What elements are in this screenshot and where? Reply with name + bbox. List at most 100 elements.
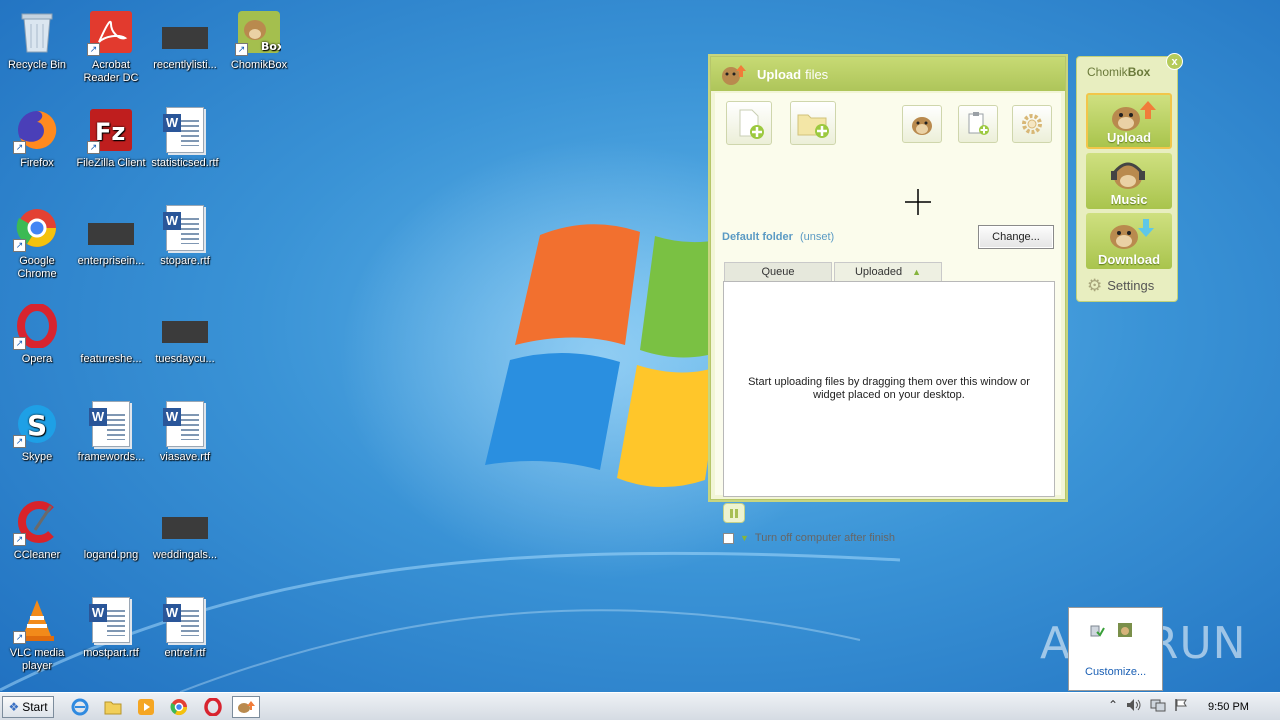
chomik-account-button[interactable] [902, 105, 942, 143]
widget-music-button[interactable]: Music [1086, 153, 1172, 209]
gear-icon: ⚙ [1087, 276, 1103, 295]
upload-files-window[interactable]: Upload files Default folder (unset) Chan… [710, 56, 1066, 544]
desktop-icon[interactable]: S ↗ Skype [0, 400, 74, 464]
chrome-icon [170, 699, 188, 716]
desktop-icon[interactable]: Fz ↗ FileZilla Client [74, 106, 148, 170]
add-file-icon [739, 109, 764, 139]
desktop-icon[interactable]: Wstopare.rtf [148, 204, 222, 268]
desktop-icon-label: logand.png [83, 549, 139, 561]
taskbar-ie[interactable] [66, 696, 94, 718]
desktop-icon[interactable]: Wmostpart.rtf [74, 596, 148, 660]
shortcut-arrow-icon: ↗ [87, 43, 100, 56]
add-folder-icon [797, 114, 829, 138]
customize-link[interactable]: Customize... [1085, 666, 1146, 678]
tab-uploaded-label: Uploaded [854, 266, 903, 278]
word-doc-icon: W [161, 106, 209, 154]
desktop-icon[interactable]: Wstatisticsed.rtf [148, 106, 222, 170]
skype-icon: S ↗ [13, 400, 61, 448]
desktop-icon[interactable]: tuesdaycu... [148, 302, 222, 366]
gear-icon [1022, 114, 1042, 134]
options-button[interactable] [1012, 105, 1052, 143]
desktop-icon[interactable]: enterprisein... [74, 204, 148, 268]
action-center-flag-icon[interactable] [1174, 698, 1188, 712]
widget-title-light: Chomik [1087, 65, 1128, 79]
network-tray-icon[interactable] [1089, 622, 1105, 638]
default-folder-row: Default folder (unset) [722, 231, 834, 243]
upload-window-body: Default folder (unset) Change... Queue U… [715, 93, 1061, 544]
taskbar-explorer[interactable] [99, 696, 127, 718]
shortcut-arrow-icon: ↗ [13, 631, 26, 644]
start-button[interactable]: ❖ Start [2, 696, 54, 718]
taskbar-chrome[interactable] [165, 696, 193, 718]
desktop-icon[interactable]: Wentref.rtf [148, 596, 222, 660]
pause-icon [730, 508, 733, 518]
pause-button[interactable] [723, 503, 745, 523]
desktop-icon-label: Skype [21, 451, 53, 463]
upload-window-titlebar[interactable]: Upload files [711, 57, 1065, 91]
widget-upload-button[interactable]: Upload [1086, 93, 1172, 149]
desktop-icon-label: framewords... [77, 451, 145, 463]
taskbar-opera[interactable] [199, 696, 227, 718]
default-folder-label: Default folder [722, 231, 793, 243]
desktop-icon[interactable]: weddingals... [148, 498, 222, 562]
tab-uploaded[interactable]: Uploaded ▲ [834, 262, 942, 281]
window-title-rest: files [805, 66, 829, 82]
change-folder-button[interactable]: Change... [978, 225, 1054, 249]
tab-queue[interactable]: Queue [724, 262, 832, 281]
desktop-icon[interactable]: Box ↗ ChomikBox [222, 8, 296, 72]
desktop-icon[interactable]: logand.png [74, 498, 148, 562]
desktop-icon[interactable]: ↗ Acrobat Reader DC [74, 8, 148, 85]
show-hidden-icons-button[interactable]: ⌃ [1108, 698, 1118, 712]
clipboard-add-icon [968, 112, 989, 135]
desktop-icon[interactable]: ↗ CCleaner [0, 498, 74, 562]
desktop-icon-label: featureshe... [80, 353, 142, 365]
widget-close-button[interactable]: x [1166, 53, 1183, 70]
desktop-icon-label: statisticsed.rtf [151, 157, 219, 169]
desktop-icon[interactable]: ↗ Google Chrome [0, 204, 74, 281]
desktop-icon[interactable]: Wviasave.rtf [148, 400, 222, 464]
desktop-icon[interactable]: recentlylisti... [148, 8, 222, 72]
turn-off-checkbox[interactable] [723, 532, 734, 544]
vlc-icon: ↗ [13, 596, 61, 644]
windows-logo-icon: ❖ [8, 700, 20, 714]
desktop-icon-label: viasave.rtf [159, 451, 211, 463]
dark-file-icon [87, 204, 135, 252]
word-doc-icon: W [87, 596, 135, 644]
tray-overflow-popup: Customize... [1068, 607, 1163, 691]
taskbar-media-player[interactable] [132, 696, 160, 718]
volume-icon[interactable] [1126, 698, 1142, 712]
desktop-icon[interactable]: featureshe... [74, 302, 148, 366]
desktop-icon[interactable]: ↗ Firefox [0, 106, 74, 170]
filezilla-icon: Fz ↗ [87, 106, 135, 154]
shortcut-arrow-icon: ↗ [13, 141, 26, 154]
network-icon[interactable] [1150, 698, 1166, 712]
paste-button[interactable] [958, 105, 998, 143]
add-file-button[interactable] [726, 101, 772, 145]
shortcut-arrow-icon: ↗ [13, 337, 26, 350]
file-drop-area[interactable]: Start uploading files by dragging them o… [723, 281, 1055, 497]
opera-icon [204, 698, 222, 716]
blank-file-icon [87, 302, 135, 350]
desktop-icon[interactable]: ↗ Opera [0, 302, 74, 366]
chomikbox-widget[interactable]: ChomikBox x Upload Music Download ⚙ Sett… [1076, 53, 1183, 302]
widget-download-button[interactable]: Download [1086, 213, 1172, 269]
desktop-icon[interactable]: Wframewords... [74, 400, 148, 464]
widget-settings-button[interactable]: ⚙ Settings [1087, 277, 1154, 294]
tab-queue-label: Queue [761, 266, 795, 278]
desktop-icon[interactable]: ↗ VLC media player [0, 596, 74, 673]
expand-arrow-icon[interactable]: ▼ [740, 533, 749, 543]
widget-download-label: Download [1097, 252, 1161, 267]
desktop-icon-label: entref.rtf [164, 647, 206, 659]
svg-text:S: S [27, 409, 47, 442]
desktop-icon-label: VLC media player [9, 647, 65, 672]
desktop-icon[interactable]: Recycle Bin [0, 8, 74, 72]
widget-title-bold: Box [1127, 65, 1151, 79]
desktop-icon-label: stopare.rtf [160, 255, 210, 267]
chomikbox-tray-icon[interactable] [1117, 622, 1133, 638]
hamster-download-icon [1110, 219, 1154, 249]
add-folder-button[interactable] [790, 101, 836, 145]
dark-file-icon [161, 498, 209, 546]
taskbar-clock[interactable]: 9:50 PM [1208, 701, 1249, 713]
chrome-icon: ↗ [13, 204, 61, 252]
taskbar-chomikbox[interactable] [232, 696, 260, 718]
